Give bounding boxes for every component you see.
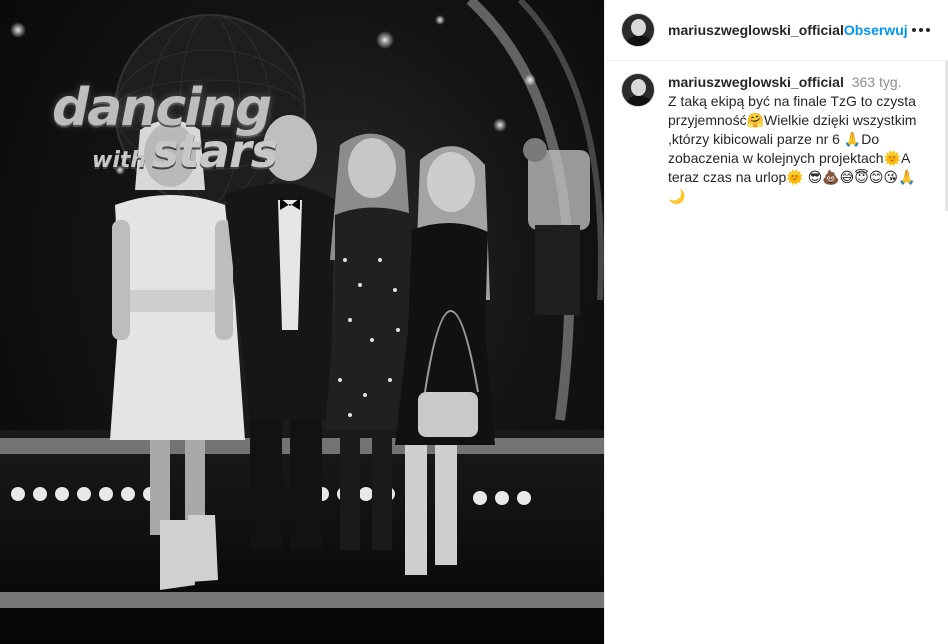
post-caption: mariuszweglowski_official 363 tyg. Z tak… [605, 61, 948, 206]
caption-timestamp[interactable]: 363 tyg. [852, 74, 902, 90]
show-logo-stars: stars [151, 124, 278, 178]
show-logo-with-stars: with stars [92, 124, 278, 178]
caption-avatar-icon[interactable] [621, 73, 655, 107]
follow-button[interactable]: Obserwuj [844, 22, 908, 38]
caption-username[interactable]: mariuszweglowski_official [668, 74, 844, 90]
caption-body: mariuszweglowski_official 363 tyg. Z tak… [668, 73, 928, 206]
header-username[interactable]: mariuszweglowski_official [668, 22, 844, 38]
show-logo-with: with [92, 148, 147, 173]
post-header: mariuszweglowski_official • Obserwuj [605, 0, 948, 61]
post-side-panel: mariuszweglowski_official • Obserwuj mar… [604, 0, 948, 644]
caption-text: Z taką ekipą być na finale TzG to czysta… [668, 93, 917, 204]
more-horizontal-icon[interactable] [910, 24, 932, 36]
profile-avatar-icon[interactable] [621, 13, 655, 47]
post-photo[interactable]: dancing with stars [0, 0, 604, 644]
